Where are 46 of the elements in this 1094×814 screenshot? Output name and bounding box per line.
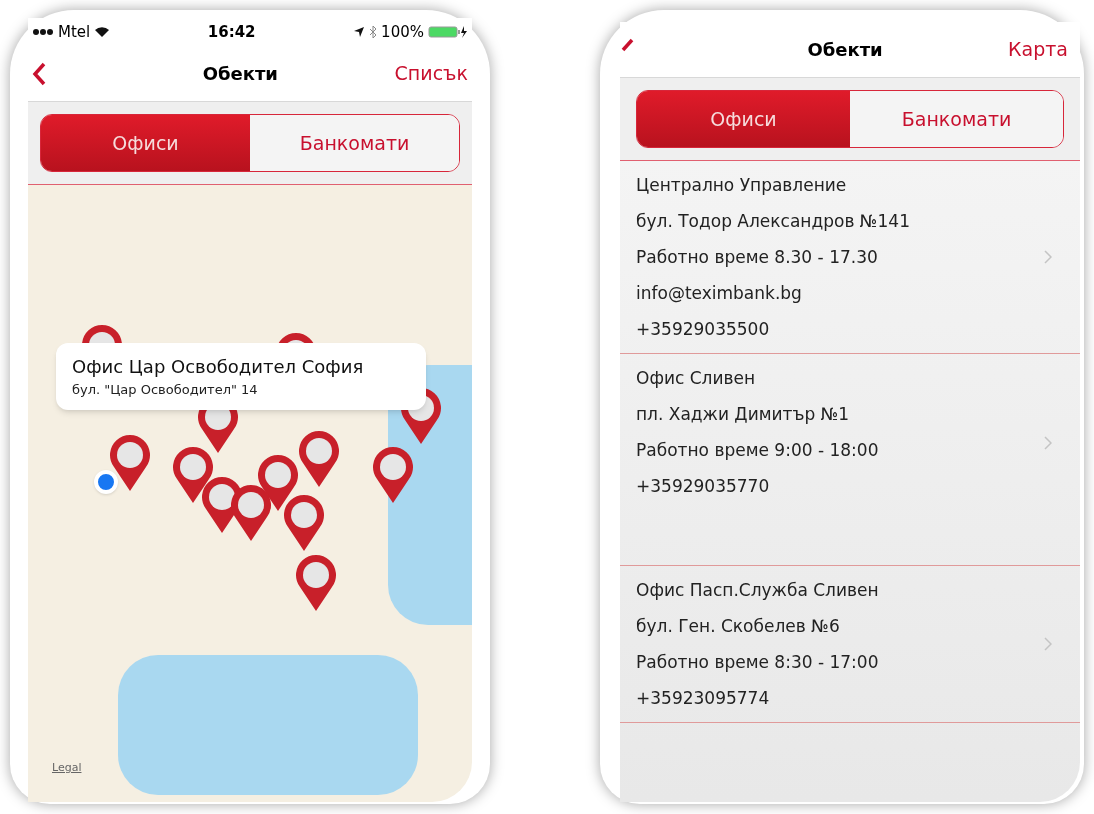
office-detail: Офис Пасп.Служба Сливен [636, 579, 879, 602]
location-arrow-icon [353, 26, 366, 38]
nav-title: Обекти [807, 38, 883, 62]
office-detail: бул. Ген. Скобелев №6 [636, 615, 841, 638]
map-view[interactable]: Офис Цар Освободител София бул. "Цар Освободител" 14 Legal [28, 185, 472, 802]
segment-tab[interactable]: Банкомати [850, 91, 1063, 147]
nav-title: Обекти [202, 62, 278, 86]
office-row[interactable]: Централно Управление бул. Тодор Александров №141 Работно време 8.30 - 17.30 info@teximbank.bg +35929035500 [620, 161, 1080, 354]
carrier-name: Mtel [58, 21, 91, 43]
back-chevron-icon[interactable] [32, 61, 46, 86]
office-detail: Работно време 8:30 - 17:00 [636, 651, 879, 674]
chevron-right-icon [1044, 436, 1052, 450]
office-row[interactable]: Офис Сливен пл. Хаджи Димитър №1 Работно време 9:00 - 18:00 +35929035770 [620, 354, 1080, 566]
segment-tab[interactable]: Офиси [41, 115, 250, 171]
map-pin-icon[interactable] [282, 495, 326, 553]
map-pin-icon[interactable] [297, 431, 341, 489]
map-link[interactable]: Карта [1008, 35, 1068, 64]
office-row[interactable]: Офис Пасп.Служба Сливен бул. Ген. Скобелев №6 Работно време 8:30 - 17:00 +35923095774 [620, 566, 1080, 723]
callout-title: Офис Цар Освободител София [72, 355, 365, 379]
office-detail: info@teximbank.bg [636, 282, 803, 305]
office-detail: Офис Сливен [636, 367, 757, 390]
segment-tab[interactable]: Офиси [637, 91, 850, 147]
office-detail: +35929035500 [636, 318, 771, 341]
chevron-right-icon [1044, 250, 1052, 264]
wifi-icon [94, 26, 111, 38]
status-time: 16:42 [207, 21, 256, 43]
map-pin-icon[interactable] [371, 447, 415, 505]
callout-address: бул. "Цар Освободител" 14 [72, 381, 259, 399]
signal-dots-icon [32, 28, 54, 36]
segment-tab[interactable]: Банкомати [250, 115, 459, 171]
office-detail: +35923095774 [636, 687, 771, 710]
chevron-right-icon [1044, 637, 1052, 651]
battery-percent: 100% [381, 21, 424, 43]
office-detail: Централно Управление [636, 174, 848, 197]
list-link[interactable]: Списък [394, 59, 468, 88]
map-pin-icon[interactable] [294, 555, 338, 613]
map-pin-icon[interactable] [108, 435, 152, 493]
office-detail: +35929035770 [636, 475, 771, 498]
office-detail: пл. Хаджи Димитър №1 [636, 403, 851, 426]
map-pin-icon[interactable] [229, 485, 273, 543]
battery-charging-icon [428, 25, 468, 39]
bluetooth-icon [369, 25, 378, 39]
office-detail: бул. Тодор Александров №141 [636, 210, 910, 233]
office-detail: Работно време 8.30 - 17.30 [636, 246, 879, 269]
legal-link[interactable]: Legal [52, 759, 82, 776]
office-detail: Работно време 9:00 - 18:00 [636, 439, 879, 462]
